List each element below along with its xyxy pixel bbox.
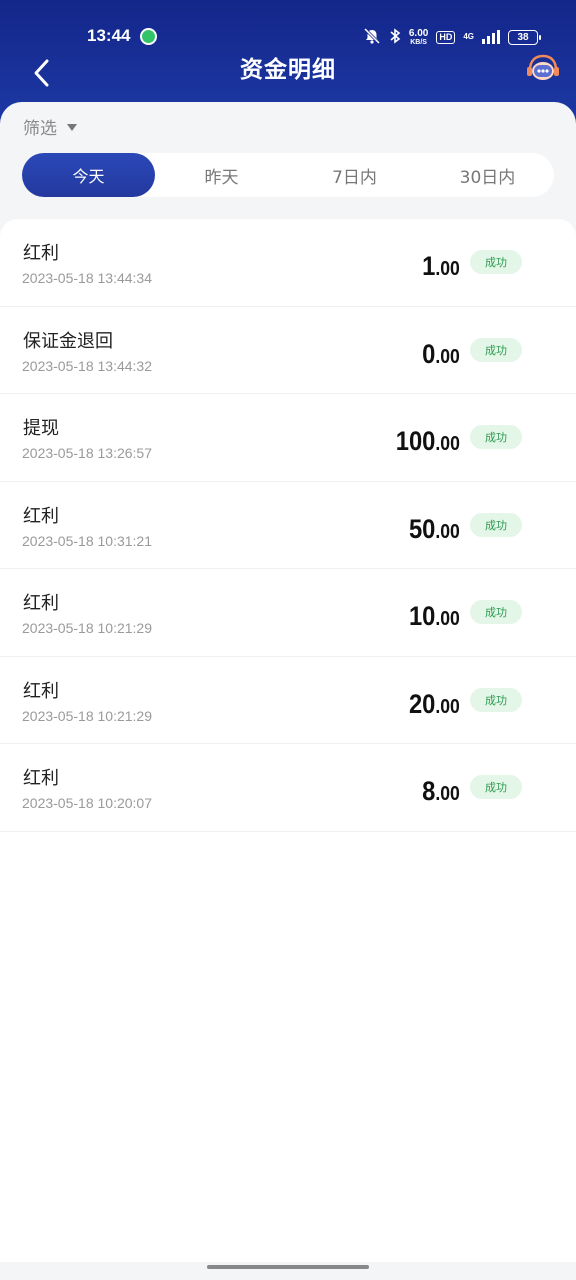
network-type: 4G — [463, 32, 474, 41]
tab-yesterday[interactable]: 昨天 — [155, 153, 288, 197]
amount-integer: 1 — [422, 251, 436, 281]
home-indicator[interactable] — [207, 1265, 369, 1269]
status-icons: 6.00 KB/S HD 4G 38 — [363, 27, 541, 47]
tab-30-days[interactable]: 30日内 — [421, 153, 554, 197]
record-type: 保证金退回 — [23, 330, 113, 352]
list-item[interactable]: 红利 2023-05-18 10:21:29 20.00 成功 — [0, 657, 576, 744]
record-amount: 1.00 — [422, 251, 460, 282]
battery-level: 38 — [517, 31, 529, 43]
amount-decimal: .00 — [435, 608, 460, 630]
customer-service-button[interactable] — [524, 52, 562, 86]
record-time: 2023-05-18 10:21:29 — [22, 620, 152, 636]
status-badge: 成功 — [470, 250, 522, 274]
tab-7-days[interactable]: 7日内 — [288, 153, 421, 197]
list-item[interactable]: 保证金退回 2023-05-18 13:44:32 0.00 成功 — [0, 307, 576, 394]
record-time: 2023-05-18 13:44:32 — [22, 357, 152, 374]
amount-decimal: .00 — [435, 520, 460, 543]
wechat-notification-icon — [140, 28, 157, 45]
transaction-list: 红利 2023-05-18 13:44:34 1.00 成功 保证金退回 202… — [0, 219, 576, 1262]
net-speed: 6.00 KB/S — [408, 27, 429, 46]
amount-integer: 50 — [409, 513, 436, 544]
amount-integer: 20 — [409, 688, 436, 719]
record-amount: 100.00 — [396, 426, 460, 457]
record-type: 红利 — [23, 505, 59, 527]
record-time: 2023-05-18 10:20:07 — [22, 795, 152, 811]
filter-label: 筛选 — [23, 119, 57, 139]
list-item[interactable]: 红利 2023-05-18 13:44:34 1.00 成功 — [0, 219, 576, 307]
support-robot-icon — [527, 54, 559, 80]
record-type: 红利 — [23, 593, 59, 614]
record-type: 红利 — [23, 243, 59, 264]
record-amount: 20.00 — [409, 689, 460, 720]
net-speed-value: 6.00 — [408, 27, 429, 39]
status-badge: 成功 — [470, 687, 522, 712]
list-item[interactable]: 提现 2023-05-18 13:26:57 100.00 成功 — [0, 394, 576, 482]
record-amount: 0.00 — [422, 339, 460, 370]
list-item[interactable]: 红利 2023-05-18 10:21:29 10.00 成功 — [0, 569, 576, 657]
amount-integer: 0 — [422, 338, 436, 369]
status-badge: 成功 — [470, 337, 522, 362]
amount-integer: 10 — [409, 601, 436, 631]
amount-integer: 100 — [395, 426, 436, 456]
net-speed-unit: KB/S — [410, 38, 427, 46]
status-bar: 13:44 6.00 KB/S HD 4G 38 — [0, 22, 576, 52]
status-time: 13:44 — [87, 26, 131, 45]
record-time: 2023-05-18 10:21:29 — [22, 707, 152, 724]
status-badge: 成功 — [470, 775, 522, 799]
record-amount: 8.00 — [422, 776, 460, 807]
record-type: 红利 — [23, 680, 59, 702]
list-item[interactable]: 红利 2023-05-18 10:20:07 8.00 成功 — [0, 744, 576, 832]
amount-decimal: .00 — [435, 783, 460, 805]
amount-integer: 8 — [422, 776, 436, 806]
status-badge: 成功 — [470, 600, 522, 624]
bluetooth-icon — [389, 28, 401, 46]
list-item[interactable]: 红利 2023-05-18 10:31:21 50.00 成功 — [0, 482, 576, 569]
record-time: 2023-05-18 13:26:57 — [22, 445, 152, 461]
battery-icon: 38 — [508, 29, 541, 45]
amount-decimal: .00 — [435, 345, 460, 368]
tab-today[interactable]: 今天 — [22, 153, 155, 197]
signal-icon — [482, 30, 500, 44]
page-title: 资金明细 — [240, 57, 336, 83]
filter-dropdown[interactable]: 筛选 — [23, 114, 77, 139]
date-range-tabs: 今天 昨天 7日内 30日内 — [22, 153, 554, 197]
record-type: 红利 — [23, 768, 59, 789]
amount-decimal: .00 — [435, 258, 460, 280]
amount-decimal: .00 — [435, 695, 460, 718]
record-time: 2023-05-18 13:44:34 — [22, 270, 152, 286]
status-badge: 成功 — [470, 512, 522, 537]
record-amount: 50.00 — [409, 514, 460, 545]
hd-badge: HD — [436, 30, 456, 44]
status-badge: 成功 — [470, 425, 522, 449]
caret-down-icon — [67, 124, 77, 131]
record-type: 提现 — [23, 418, 59, 439]
mute-icon — [363, 27, 381, 46]
record-time: 2023-05-18 10:31:21 — [22, 532, 152, 549]
amount-decimal: .00 — [435, 433, 460, 455]
record-amount: 10.00 — [409, 601, 460, 632]
